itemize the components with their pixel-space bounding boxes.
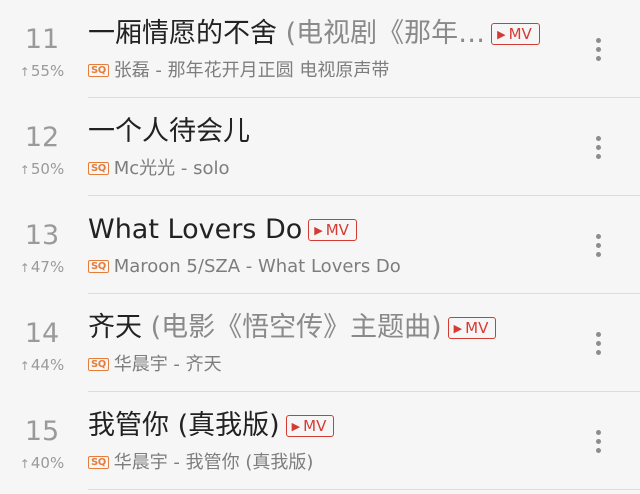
mv-button[interactable]: ▶ MV — [491, 23, 540, 45]
play-triangle-icon: ▶ — [314, 224, 323, 237]
mv-label: MV — [325, 221, 349, 239]
sq-quality-icon: SQ — [88, 456, 109, 469]
song-subtitle-line: SQ Maroon 5/SZA - What Lovers Do — [88, 255, 560, 279]
song-subtitle: 张磊 - 那年花开月正圆 电视原声带 — [113, 60, 390, 81]
song-row[interactable]: 12 ↑50% 一个人待会儿 SQ Mc光光 - solo — [0, 98, 640, 196]
song-title-line: 我管你 (真我版) ▶ MV — [88, 408, 560, 444]
rank-trend: ↑47% — [0, 258, 84, 276]
song-subtitle: 华晨宇 - 齐天 — [113, 354, 222, 375]
rank-trend: ↑55% — [0, 62, 84, 80]
song-title-line: What Lovers Do ▶ MV — [88, 212, 560, 248]
sq-quality-icon: SQ — [88, 162, 109, 175]
mv-button[interactable]: ▶ MV — [308, 219, 357, 241]
mv-label: MV — [303, 417, 327, 435]
trend-percent: 55% — [30, 62, 65, 80]
song-title: 一厢情愿的不舍 — [88, 18, 277, 49]
rank-number: 11 — [24, 24, 60, 55]
song-title-line: 齐天 (电影《悟空传》主题曲) ▶ MV — [88, 310, 560, 346]
trend-up-icon: ↑ — [19, 359, 30, 373]
more-vertical-icon[interactable] — [586, 134, 610, 164]
trend-percent: 44% — [30, 356, 65, 374]
song-title-line: 一厢情愿的不舍 (电视剧《那年… ▶ MV — [88, 16, 560, 52]
sq-quality-icon: SQ — [88, 260, 109, 273]
song-subtitle: 华晨宇 - 我管你 (真我版) — [113, 452, 314, 473]
sq-quality-icon: SQ — [88, 64, 109, 77]
song-alias: (电影《悟空传》主题曲) — [142, 312, 442, 343]
sq-quality-icon: SQ — [88, 358, 109, 371]
rank-number: 15 — [24, 416, 60, 447]
song-subtitle-line: SQ Mc光光 - solo — [88, 157, 560, 181]
play-triangle-icon: ▶ — [453, 322, 463, 335]
song-title: What Lovers Do — [88, 214, 303, 245]
trend-up-icon: ↑ — [19, 457, 30, 471]
more-vertical-icon[interactable] — [586, 428, 610, 458]
song-subtitle: Maroon 5/SZA - What Lovers Do — [113, 256, 401, 277]
song-row[interactable]: 14 ↑44% 齐天 (电影《悟空传》主题曲) ▶ MV SQ 华晨宇 - 齐天 — [0, 294, 640, 392]
rank-number: 12 — [24, 122, 60, 153]
song-row[interactable]: 11 ↑55% 一厢情愿的不舍 (电视剧《那年… ▶ MV SQ 张磊 - 那年花开月… — [0, 0, 640, 98]
trend-up-icon: ↑ — [19, 261, 30, 275]
play-triangle-icon: ▶ — [497, 28, 506, 41]
mv-label: MV — [465, 319, 489, 337]
play-triangle-icon: ▶ — [291, 420, 301, 433]
mv-label: MV — [508, 25, 532, 43]
song-subtitle-line: SQ 华晨宇 - 我管你 (真我版) — [88, 451, 560, 475]
song-row[interactable]: 15 ↑40% 我管你 (真我版) ▶ MV SQ 华晨宇 - 我管你 (真我版) — [0, 392, 640, 490]
trend-up-icon: ↑ — [19, 163, 30, 177]
rank-number: 14 — [24, 318, 60, 349]
song-title-line: 一个人待会儿 — [88, 114, 560, 150]
song-title: 一个人待会儿 — [88, 116, 250, 147]
rank-trend: ↑40% — [0, 454, 84, 472]
more-vertical-icon[interactable] — [586, 36, 610, 66]
mv-button[interactable]: ▶ MV — [447, 317, 497, 339]
song-subtitle-line: SQ 张磊 - 那年花开月正圆 电视原声带 — [88, 59, 560, 83]
mv-button[interactable]: ▶ MV — [285, 415, 335, 437]
trend-percent: 50% — [30, 160, 65, 178]
more-vertical-icon[interactable] — [586, 330, 610, 360]
song-subtitle-line: SQ 华晨宇 - 齐天 — [88, 353, 560, 377]
rank-trend: ↑50% — [0, 160, 84, 178]
song-subtitle: Mc光光 - solo — [113, 158, 230, 179]
song-title: 齐天 — [88, 312, 142, 343]
more-vertical-icon[interactable] — [586, 232, 610, 262]
trend-up-icon: ↑ — [19, 65, 30, 79]
song-list: 11 ↑55% 一厢情愿的不舍 (电视剧《那年… ▶ MV SQ 张磊 - 那年花开月… — [0, 0, 640, 494]
rank-trend: ↑44% — [0, 356, 84, 374]
song-alias: (电视剧《那年… — [277, 18, 486, 49]
song-title: 我管你 (真我版) — [88, 410, 280, 441]
rank-number: 13 — [24, 220, 60, 251]
song-row[interactable]: 13 ↑47% What Lovers Do ▶ MV SQ Maroon 5/SZA… — [0, 196, 640, 294]
trend-percent: 47% — [30, 258, 65, 276]
trend-percent: 40% — [30, 454, 65, 472]
